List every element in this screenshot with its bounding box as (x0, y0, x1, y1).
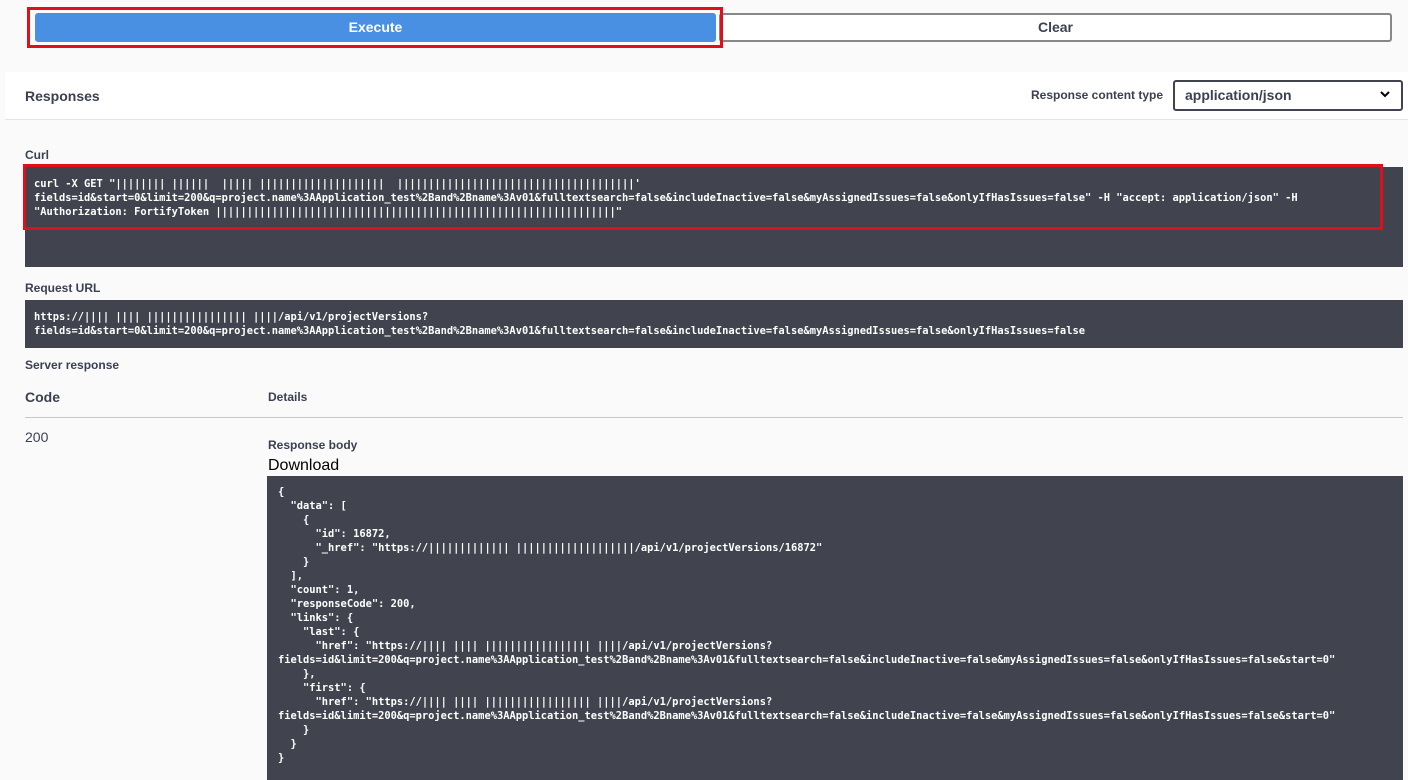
execute-button[interactable]: Execute (35, 13, 716, 42)
curl-command-block[interactable]: curl -X GET "|||||||| |||||| ||||| |||||… (25, 167, 1403, 267)
responses-header: Responses Response content type applicat… (5, 72, 1408, 120)
responses-panel: Curl curl -X GET "|||||||| |||||| ||||| … (5, 121, 1408, 780)
download-link[interactable]: Download (268, 457, 339, 475)
details-column-header: Details (268, 390, 308, 404)
response-content-type-label: Response content type (1031, 88, 1164, 102)
curl-label: Curl (25, 148, 49, 162)
request-url-label: Request URL (25, 281, 101, 295)
chevron-down-icon (1379, 88, 1391, 103)
response-content-type-select[interactable]: application/json (1173, 80, 1403, 111)
execute-clear-wrapper: Execute Clear (0, 0, 1408, 72)
server-response-label: Server response (25, 358, 120, 372)
table-header-divider (25, 417, 1403, 418)
code-column-header: Code (25, 389, 60, 405)
response-body-label: Response body (268, 438, 358, 452)
response-content-type-value: application/json (1185, 87, 1292, 103)
response-status-code: 200 (25, 429, 49, 445)
request-url-block[interactable]: https://|||| |||| |||||||||||||||| ||||/… (25, 300, 1403, 348)
response-body-block[interactable]: { "data": [ { "id": 16872, "_href": "htt… (267, 476, 1403, 780)
responses-title: Responses (25, 88, 100, 104)
clear-button[interactable]: Clear (719, 13, 1392, 42)
